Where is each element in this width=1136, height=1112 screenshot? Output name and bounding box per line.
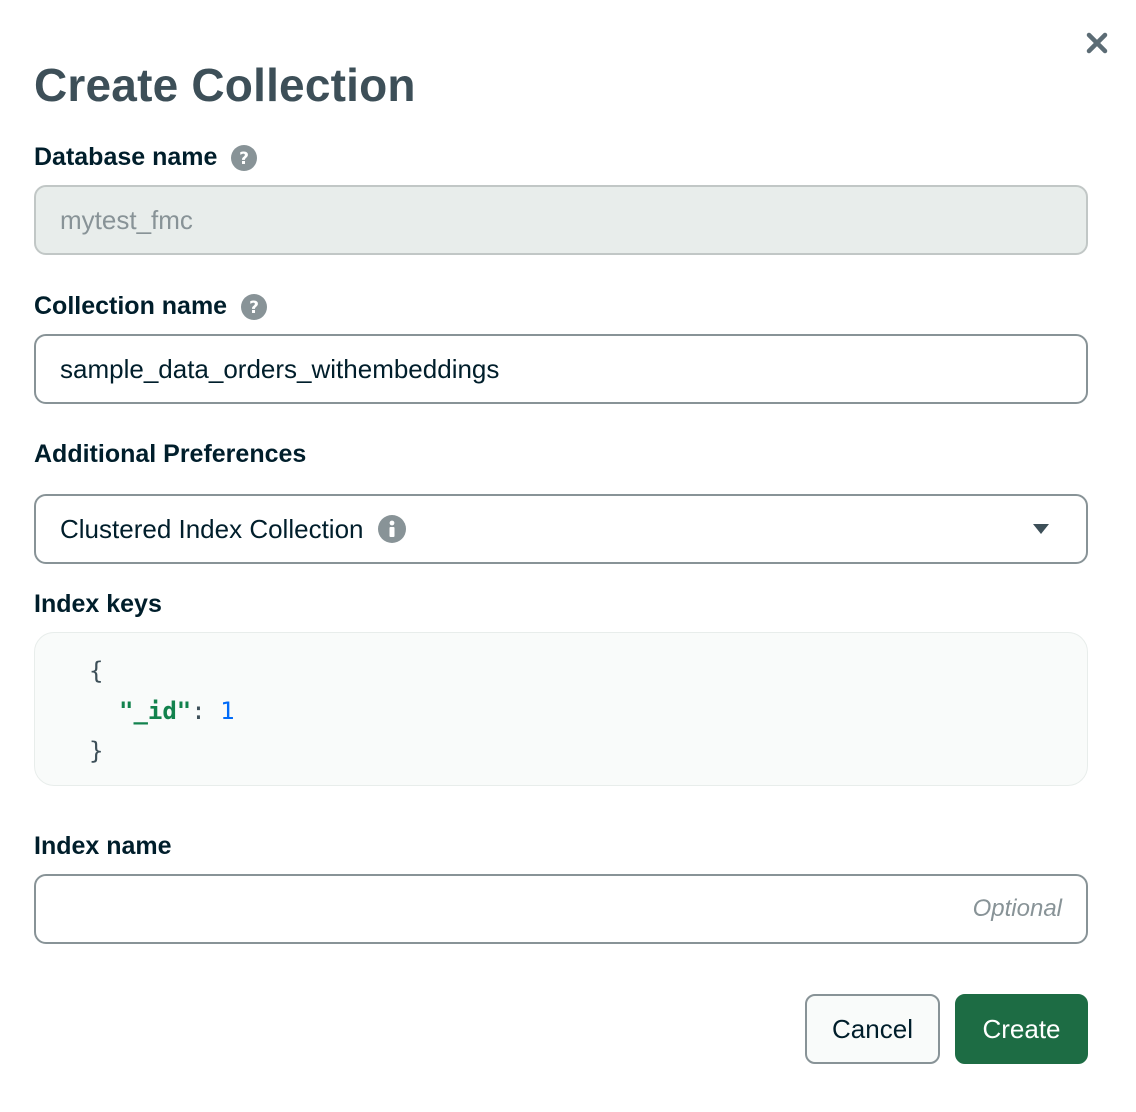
question-circle-icon[interactable]: ? (241, 293, 268, 320)
index-name-input[interactable]: Optional (34, 874, 1088, 944)
close-brace: } (89, 737, 104, 765)
code-line-key: "_id": 1 (35, 695, 1087, 735)
database-name-field: mytest_fmc (34, 185, 1088, 255)
database-name-label-row: Database name ? (34, 143, 258, 172)
close-button[interactable] (1084, 30, 1110, 56)
database-name-value: mytest_fmc (60, 204, 193, 235)
index-name-placeholder: Optional (972, 895, 1062, 922)
create-button[interactable]: Create (955, 994, 1088, 1064)
code-line-open: { (35, 655, 1087, 695)
index-keys-label: Index keys (34, 590, 162, 618)
select-content: Clustered Index Collection (60, 514, 1032, 545)
additional-preferences-label: Additional Preferences (34, 440, 307, 468)
selected-preference: Clustered Index Collection (60, 513, 364, 544)
open-brace: { (89, 657, 104, 685)
collection-name-input[interactable]: sample_data_orders_withembeddings (34, 334, 1088, 404)
database-name-label: Database name (34, 143, 218, 171)
collection-name-label: Collection name (34, 292, 228, 320)
index-name-label: Index name (34, 832, 172, 860)
svg-text:?: ? (249, 298, 259, 318)
index-key-field: "_id" (119, 697, 192, 725)
cancel-button[interactable]: Cancel (805, 994, 940, 1064)
index-key-value: 1 (220, 697, 235, 725)
caret-down-icon (1033, 524, 1049, 534)
close-icon (1086, 32, 1108, 54)
code-line-close: } (35, 735, 1087, 775)
dialog-title: Create Collection (34, 59, 416, 111)
info-circle-icon[interactable] (377, 515, 406, 543)
additional-preferences-select[interactable]: Clustered Index Collection (34, 494, 1088, 564)
key-colon: : (191, 697, 221, 725)
index-keys-editor[interactable]: { "_id": 1 } (34, 632, 1088, 786)
collection-name-value: sample_data_orders_withembeddings (60, 353, 500, 384)
collection-name-label-row: Collection name ? (34, 292, 268, 321)
svg-text:?: ? (240, 149, 250, 169)
question-circle-icon[interactable]: ? (231, 144, 258, 171)
